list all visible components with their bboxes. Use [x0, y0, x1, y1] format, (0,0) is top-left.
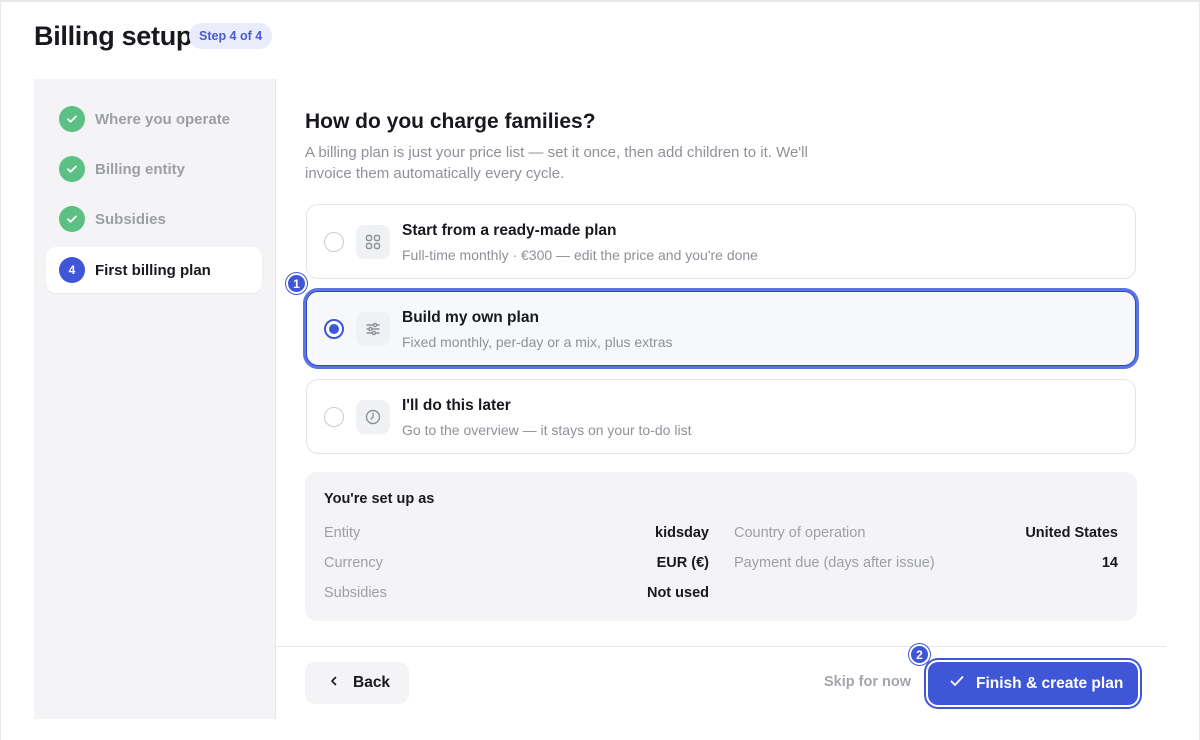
- summary-label-country: Country of operation: [734, 525, 866, 541]
- option-do-this-later[interactable]: I'll do this later Go to the overview — …: [306, 379, 1136, 454]
- option-ready-made-plan[interactable]: Start from a ready-made plan Full-time m…: [306, 204, 1136, 279]
- section-description: A billing plan is just your price list —…: [305, 144, 808, 182]
- annotation-badge-2: 2: [909, 644, 930, 665]
- grid-icon: [356, 225, 390, 259]
- summary-title: You're set up as: [324, 491, 435, 507]
- annotation-badge-1: 1: [286, 273, 307, 294]
- section-heading: How do you charge families?: [305, 110, 596, 133]
- summary-value-subsidies: Not used: [646, 585, 709, 601]
- radio-button[interactable]: [324, 232, 344, 252]
- finish-create-plan-button[interactable]: Finish & create plan: [928, 662, 1138, 705]
- check-icon: [948, 672, 966, 695]
- option-description: Full-time monthly · €300 — edit the pric…: [402, 247, 758, 263]
- summary-label-currency: Currency: [324, 555, 383, 571]
- sidebar-item-where-you-operate[interactable]: Where you operate: [46, 96, 262, 142]
- chevron-left-icon: [329, 674, 339, 692]
- sidebar-item-subsidies[interactable]: Subsidies: [46, 196, 262, 242]
- sidebar-item-label: Subsidies: [95, 210, 166, 228]
- summary-label-payment-due: Payment due (days after issue): [734, 555, 935, 571]
- check-icon: [59, 206, 85, 232]
- skip-for-now-link[interactable]: Skip for now: [824, 674, 911, 690]
- sidebar-item-label: Billing entity: [95, 160, 185, 178]
- summary-label-entity: Entity: [324, 525, 361, 541]
- option-title: I'll do this later: [402, 397, 511, 414]
- setup-summary-panel: You're set up as Entity kidsday Currency…: [305, 472, 1137, 621]
- back-button-label: Back: [353, 674, 391, 691]
- option-description: Fixed monthly, per-day or a mix, plus ex…: [402, 334, 673, 350]
- step-number: 4: [59, 257, 85, 283]
- summary-value-payment-due: 14: [1101, 555, 1118, 571]
- window-top-edge: [0, 0, 1200, 2]
- sidebar-item-billing-entity[interactable]: Billing entity: [46, 146, 262, 192]
- finish-button-label: Finish & create plan: [976, 674, 1124, 692]
- step-badge: Step 4 of 4: [189, 23, 273, 49]
- option-title: Build my own plan: [402, 309, 539, 326]
- sliders-icon: [356, 312, 390, 346]
- summary-value-currency: EUR (€): [656, 555, 709, 571]
- summary-value-country: United States: [1025, 525, 1118, 541]
- option-build-own-plan[interactable]: Build my own plan Fixed monthly, per-day…: [306, 291, 1136, 366]
- option-description: Go to the overview — it stays on your to…: [402, 422, 692, 438]
- clock-icon: [356, 400, 390, 434]
- sidebar-item-first-billing-plan[interactable]: 4 First billing plan: [46, 247, 262, 293]
- sidebar-item-label: Where you operate: [95, 110, 231, 128]
- radio-button-selected[interactable]: [324, 319, 344, 339]
- summary-value-entity: kidsday: [655, 525, 709, 541]
- footer-divider: [276, 646, 1166, 647]
- check-icon: [59, 106, 85, 132]
- summary-label-subsidies: Subsidies: [324, 585, 387, 601]
- check-icon: [59, 156, 85, 182]
- option-title: Start from a ready-made plan: [402, 222, 617, 239]
- page-title: Billing setup: [34, 21, 193, 51]
- radio-button[interactable]: [324, 407, 344, 427]
- back-button[interactable]: Back: [305, 662, 409, 704]
- steps-sidebar: Where you operate Billing entity Subsidi…: [34, 79, 276, 719]
- sidebar-item-label: First billing plan: [95, 261, 211, 279]
